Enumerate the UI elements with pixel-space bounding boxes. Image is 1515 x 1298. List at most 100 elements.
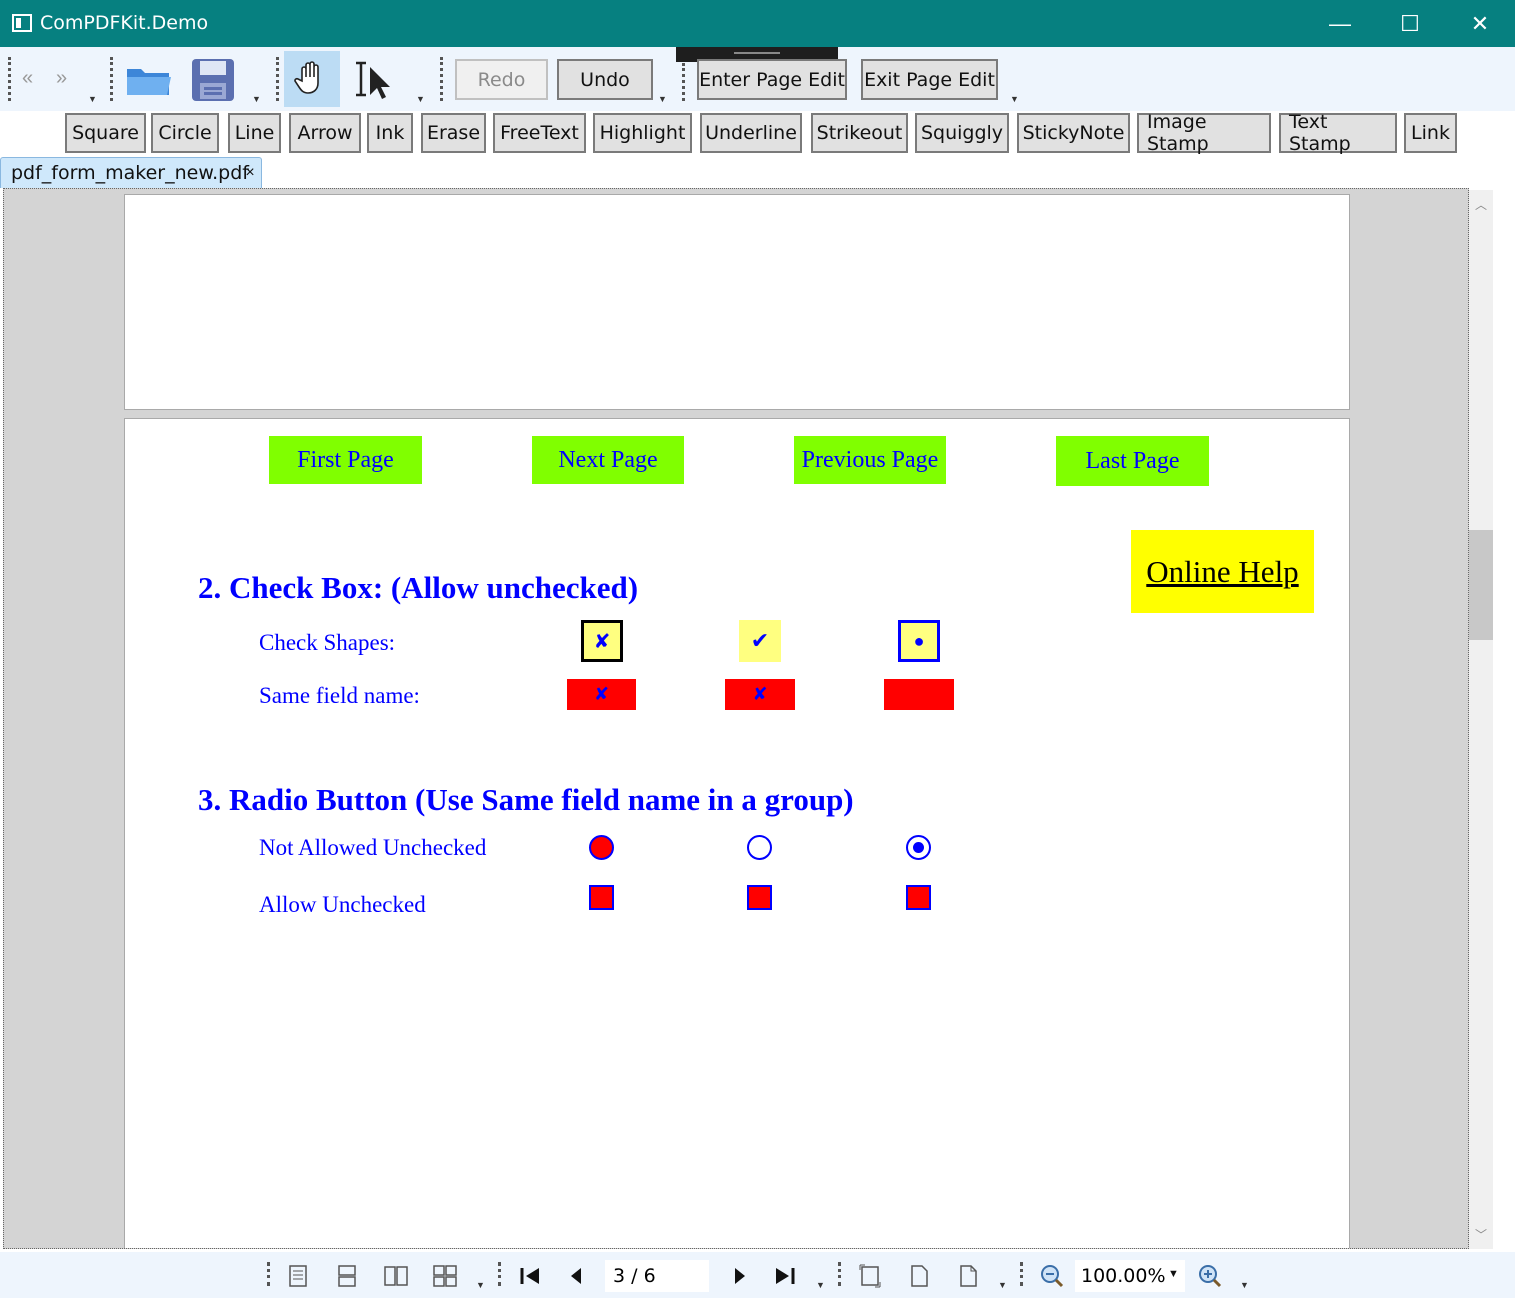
next-page-icon[interactable] (728, 1264, 752, 1288)
radio-button-2[interactable] (747, 835, 772, 860)
toolbar-overflow-icon[interactable]: ▼ (816, 1280, 825, 1290)
zoom-out-icon[interactable] (1040, 1264, 1064, 1288)
hand-tool-icon[interactable] (284, 51, 340, 107)
arrow-tool-button[interactable]: Arrow (289, 113, 361, 153)
online-help-link[interactable]: Online Help (1131, 530, 1314, 613)
checkbox-same-field-1[interactable]: ✘ (567, 679, 636, 710)
scrollbar-thumb[interactable] (1469, 530, 1493, 640)
toolbar-overflow-icon[interactable]: ▼ (416, 94, 425, 104)
erase-tool-button[interactable]: Erase (421, 113, 486, 153)
main-toolbar: « » ▼ ▼ ▼ Redo Undo ▼ Enter Page Edit Ex… (0, 47, 1515, 111)
strikeout-tool-button[interactable]: Strikeout (811, 113, 908, 153)
toolbar-overflow-icon[interactable]: ▼ (476, 1280, 485, 1290)
double-continuous-view-icon[interactable] (433, 1264, 457, 1288)
zoom-dropdown-chevron-icon[interactable]: ▼ (1168, 1268, 1179, 1280)
enter-page-edit-button[interactable]: Enter Page Edit (697, 59, 847, 100)
radio-square-3[interactable] (906, 885, 931, 910)
status-bar: ▼ 3 / 6 ▼ ▼ 100.00% ▼ ▼ (0, 1252, 1515, 1298)
annotation-toolbar: Square Circle Line Arrow Ink Erase FreeT… (0, 111, 1515, 157)
text-stamp-tool-button[interactable]: Text Stamp (1279, 111, 1397, 155)
scroll-up-icon[interactable]: ︿ (1475, 196, 1487, 213)
toolbar-grip[interactable] (682, 63, 686, 101)
undo-button[interactable]: Undo (557, 59, 653, 100)
text-select-icon[interactable] (350, 55, 400, 105)
circle-tool-button[interactable]: Circle (151, 113, 219, 153)
toolbar-grip[interactable] (838, 1262, 842, 1286)
toolbar-grip[interactable] (110, 57, 114, 101)
double-page-view-icon[interactable] (384, 1264, 408, 1288)
checkbox-check[interactable]: ✔ (739, 620, 781, 662)
same-field-name-label: Same field name: (259, 683, 420, 708)
fit-page-icon[interactable] (858, 1264, 882, 1288)
freetext-tool-button[interactable]: FreeText (493, 113, 586, 153)
toolbar-grip[interactable] (1020, 1262, 1024, 1286)
redo-button[interactable]: Redo (455, 59, 548, 100)
checkbox-dot[interactable]: ● (898, 620, 940, 662)
not-allowed-unchecked-label: Not Allowed Unchecked (259, 835, 487, 860)
scroll-down-icon[interactable]: ﹀ (1475, 1226, 1487, 1243)
last-page-form-button[interactable]: Last Page (1056, 436, 1209, 486)
pdf-page-current: First Page Next Page Previous Page Last … (124, 418, 1350, 1248)
tab-close-icon[interactable]: × (241, 164, 259, 182)
radio-button-3[interactable] (906, 835, 931, 860)
toolbar-overflow-icon[interactable]: ▼ (88, 94, 97, 104)
page-number-input[interactable]: 3 / 6 (605, 1260, 709, 1292)
radio-button-1[interactable] (589, 835, 614, 860)
toolbar-grip[interactable] (276, 57, 280, 101)
checkbox-section-heading: 2. Check Box: (Allow unchecked) (198, 570, 639, 605)
document-tab[interactable]: pdf_form_maker_new.pdf × (0, 157, 262, 188)
radio-square-1[interactable] (589, 885, 614, 910)
first-page-form-button[interactable]: First Page (269, 436, 422, 484)
app-icon (12, 14, 32, 32)
first-page-icon[interactable] (518, 1264, 542, 1288)
forward-icon[interactable]: » (56, 67, 67, 90)
squiggly-tool-button[interactable]: Squiggly (915, 113, 1009, 153)
toolbar-grip[interactable] (498, 1262, 502, 1286)
square-tool-button[interactable]: Square (65, 113, 146, 153)
toolbar-grip[interactable] (267, 1262, 271, 1286)
save-icon[interactable] (190, 57, 236, 103)
close-window-button[interactable]: ✕ (1445, 0, 1515, 47)
next-page-form-button[interactable]: Next Page (532, 436, 684, 484)
tab-filename: pdf_form_maker_new.pdf (11, 162, 249, 184)
link-tool-button[interactable]: Link (1404, 113, 1457, 153)
single-page-view-icon[interactable] (286, 1264, 310, 1288)
title-bar: ComPDFKit.Demo — ☐ ✕ (0, 0, 1515, 47)
toolbar-overflow-icon[interactable]: ▼ (998, 1280, 1007, 1290)
radio-section-heading: 3. Radio Button (Use Same field name in … (198, 782, 854, 817)
continuous-view-icon[interactable] (335, 1264, 359, 1288)
toolbar-grip[interactable] (440, 57, 444, 101)
checkbox-same-field-3[interactable] (884, 679, 954, 710)
toolbar-grip[interactable] (8, 57, 12, 101)
previous-page-icon[interactable] (564, 1264, 588, 1288)
previous-page-form-button[interactable]: Previous Page (794, 436, 946, 484)
zoom-in-icon[interactable] (1198, 1264, 1222, 1288)
toolbar-overflow-icon[interactable]: ▼ (658, 94, 667, 104)
check-shapes-label: Check Shapes: (259, 630, 396, 655)
last-page-icon[interactable] (773, 1264, 797, 1288)
pdf-page-previous (124, 194, 1350, 410)
back-icon[interactable]: « (22, 67, 33, 90)
radio-square-2[interactable] (747, 885, 772, 910)
actual-size-icon[interactable] (956, 1264, 980, 1288)
checkbox-same-field-2[interactable]: ✘ (725, 679, 795, 710)
underline-tool-button[interactable]: Underline (700, 113, 802, 153)
toolbar-overflow-icon[interactable]: ▼ (1240, 1280, 1249, 1290)
checkbox-cross[interactable]: ✘ (581, 620, 623, 662)
open-folder-icon[interactable] (124, 57, 174, 101)
allow-unchecked-label: Allow Unchecked (259, 892, 426, 917)
image-stamp-tool-button[interactable]: Image Stamp (1137, 111, 1271, 155)
highlight-tool-button[interactable]: Highlight (593, 113, 692, 153)
ink-tool-button[interactable]: Ink (367, 113, 413, 153)
maximize-button[interactable]: ☐ (1375, 0, 1445, 47)
stickynote-tool-button[interactable]: StickyNote (1017, 113, 1130, 153)
toolbar-overflow-icon[interactable]: ▼ (1010, 94, 1019, 104)
exit-page-edit-button[interactable]: Exit Page Edit (861, 59, 998, 100)
fit-width-icon[interactable] (907, 1264, 931, 1288)
minimize-button[interactable]: — (1305, 0, 1375, 47)
toolbar-overflow-icon[interactable]: ▼ (252, 94, 261, 104)
line-tool-button[interactable]: Line (228, 113, 281, 153)
vertical-scrollbar[interactable]: ︿ ﹀ (1469, 190, 1493, 1249)
window-title: ComPDFKit.Demo (40, 12, 209, 34)
pdf-viewer[interactable]: First Page Next Page Previous Page Last … (3, 188, 1469, 1249)
